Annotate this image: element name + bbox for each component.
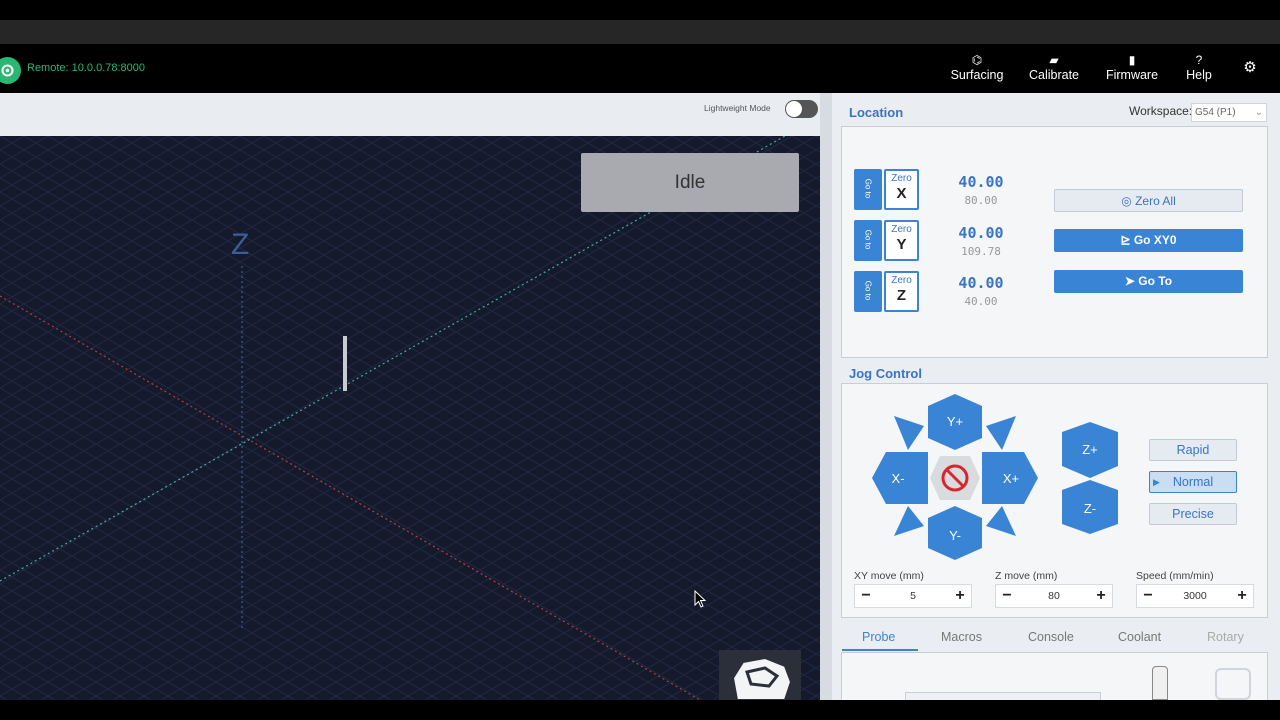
jog-control-title: Jog Control (849, 366, 922, 381)
z-jog-pad (1062, 422, 1118, 534)
y-machine-position: 109.78 (961, 245, 1001, 258)
jog-xmyp-shape (894, 416, 924, 450)
jog-xmym-shape (894, 506, 924, 536)
jog-xpyp-shape (986, 416, 1016, 450)
speed-stepper: − 3000 + (1136, 584, 1254, 608)
rapid-speed-button[interactable]: Rapid (1149, 439, 1237, 461)
app-window: Remote: 10.0.0.78:8000 ⌬ Surfacing ▰ Cal… (0, 0, 1280, 720)
probe-tool-icon (1152, 666, 1168, 700)
z-move-label: Z move (mm) (995, 570, 1058, 582)
visualizer-toolbar (0, 93, 820, 136)
jog-z-plus-button[interactable]: Z+ (1070, 442, 1110, 457)
tab-macros[interactable]: Macros (941, 630, 982, 644)
panel-divider[interactable] (820, 93, 832, 700)
tab-console[interactable]: Console (1028, 630, 1074, 644)
header-bar (0, 44, 1280, 93)
jog-y-minus-button[interactable]: Y- (935, 528, 975, 543)
help-label: Help (1186, 68, 1212, 82)
calibrate-button[interactable]: ▰ Calibrate (1026, 52, 1082, 90)
jog-y-plus-button[interactable]: Y+ (935, 414, 975, 429)
stop-jog-button[interactable] (932, 458, 978, 498)
speed-label: Speed (mm/min) (1136, 570, 1214, 582)
workspace-value: G54 (P1) (1195, 107, 1236, 118)
location-title: Location (849, 105, 904, 120)
z-work-position: 40.00 (958, 274, 1004, 292)
zero-x-button[interactable]: Zero X (884, 169, 919, 210)
chevron-down-icon: ⌄ (1254, 107, 1263, 118)
z-decrement-button[interactable]: − (996, 585, 1018, 607)
xy-move-label: XY move (mm) (854, 570, 924, 582)
xy-move-input[interactable]: 5 (877, 585, 949, 607)
goto-x-button[interactable]: Go to (854, 169, 882, 210)
workspace-label: Workspace: (1129, 104, 1193, 118)
probe-block-icon (1215, 668, 1251, 700)
firmware-button[interactable]: ▮ Firmware (1103, 52, 1161, 90)
jog-z-minus-button[interactable]: Z- (1070, 501, 1110, 516)
speed-decrement-button[interactable]: − (1137, 585, 1159, 607)
machine-status-badge: Idle (581, 153, 799, 212)
go-xy0-button[interactable]: ⊵ Go XY0 (1054, 229, 1243, 252)
z-move-stepper: − 80 + (995, 584, 1113, 608)
firmware-label: Firmware (1105, 68, 1159, 82)
help-icon: ? (1195, 53, 1203, 67)
remote-address: Remote: 10.0.0.78:8000 (27, 62, 146, 74)
zero-all-button[interactable]: ◎ Zero All (1054, 189, 1243, 212)
z-axis-label: Z (231, 228, 250, 261)
goto-z-button[interactable]: Go to (854, 271, 882, 312)
top-strip (0, 20, 1280, 44)
tab-rotary[interactable]: Rotary (1207, 630, 1244, 644)
workspace-select[interactable]: G54 (P1) ⌄ (1191, 103, 1267, 122)
lightweight-mode-label: Lightweight Mode (704, 103, 771, 113)
settings-gear-icon[interactable]: ⚙ (1240, 58, 1260, 78)
goto-y-button[interactable]: Go to (854, 220, 882, 261)
calibrate-label: Calibrate (1028, 68, 1080, 82)
view-cube[interactable] (719, 650, 801, 700)
view-cube-icon (731, 656, 793, 700)
zero-y-button[interactable]: Zero Y (884, 220, 919, 261)
jog-x-plus-button[interactable]: X+ (993, 471, 1029, 486)
speed-increment-button[interactable]: + (1231, 585, 1253, 607)
jog-xpym-shape (986, 506, 1016, 536)
zero-z-button[interactable]: Zero Z (884, 271, 919, 312)
toggle-knob (786, 101, 802, 117)
send-icon: ➤ (1124, 274, 1139, 288)
play-icon: ▶ (1153, 477, 1160, 487)
firmware-icon: ▮ (1128, 53, 1136, 67)
speed-input[interactable]: 3000 (1159, 585, 1231, 607)
visualizer-canvas[interactable] (0, 136, 820, 700)
surfacing-button[interactable]: ⌬ Surfacing (949, 52, 1005, 90)
tab-probe[interactable]: Probe (862, 630, 895, 644)
go-to-button[interactable]: ➤ Go To (1054, 270, 1243, 293)
xy-increment-button[interactable]: + (949, 585, 971, 607)
active-tab-indicator (842, 649, 918, 651)
help-button[interactable]: ? Help (1181, 52, 1217, 90)
z-move-input[interactable]: 80 (1018, 585, 1090, 607)
z-increment-button[interactable]: + (1090, 585, 1112, 607)
probe-options-row (905, 692, 1101, 700)
tool-marker (343, 336, 347, 391)
bottom-strip (0, 700, 1280, 720)
surfacing-label: Surfacing (950, 68, 1004, 82)
jog-x-minus-button[interactable]: X- (880, 471, 916, 486)
chart-icon: ⊵ (1120, 233, 1134, 247)
x-machine-position: 80.00 (964, 194, 998, 207)
xy-move-stepper: − 5 + (854, 584, 972, 608)
xy-decrement-button[interactable]: − (855, 585, 877, 607)
x-work-position: 40.00 (958, 173, 1004, 191)
target-icon: ◎ (1121, 194, 1136, 208)
normal-speed-button[interactable]: ▶ Normal (1149, 471, 1237, 493)
calibrate-icon: ▰ (1049, 53, 1059, 67)
mouse-cursor-icon (694, 590, 706, 608)
visualizer-grid (0, 136, 820, 700)
tab-coolant[interactable]: Coolant (1118, 630, 1161, 644)
y-work-position: 40.00 (958, 224, 1004, 242)
surfacing-icon: ⌬ (971, 53, 983, 67)
z-machine-position: 40.00 (964, 295, 998, 308)
precise-speed-button[interactable]: Precise (1149, 503, 1237, 525)
lightweight-mode-toggle[interactable] (785, 100, 818, 118)
